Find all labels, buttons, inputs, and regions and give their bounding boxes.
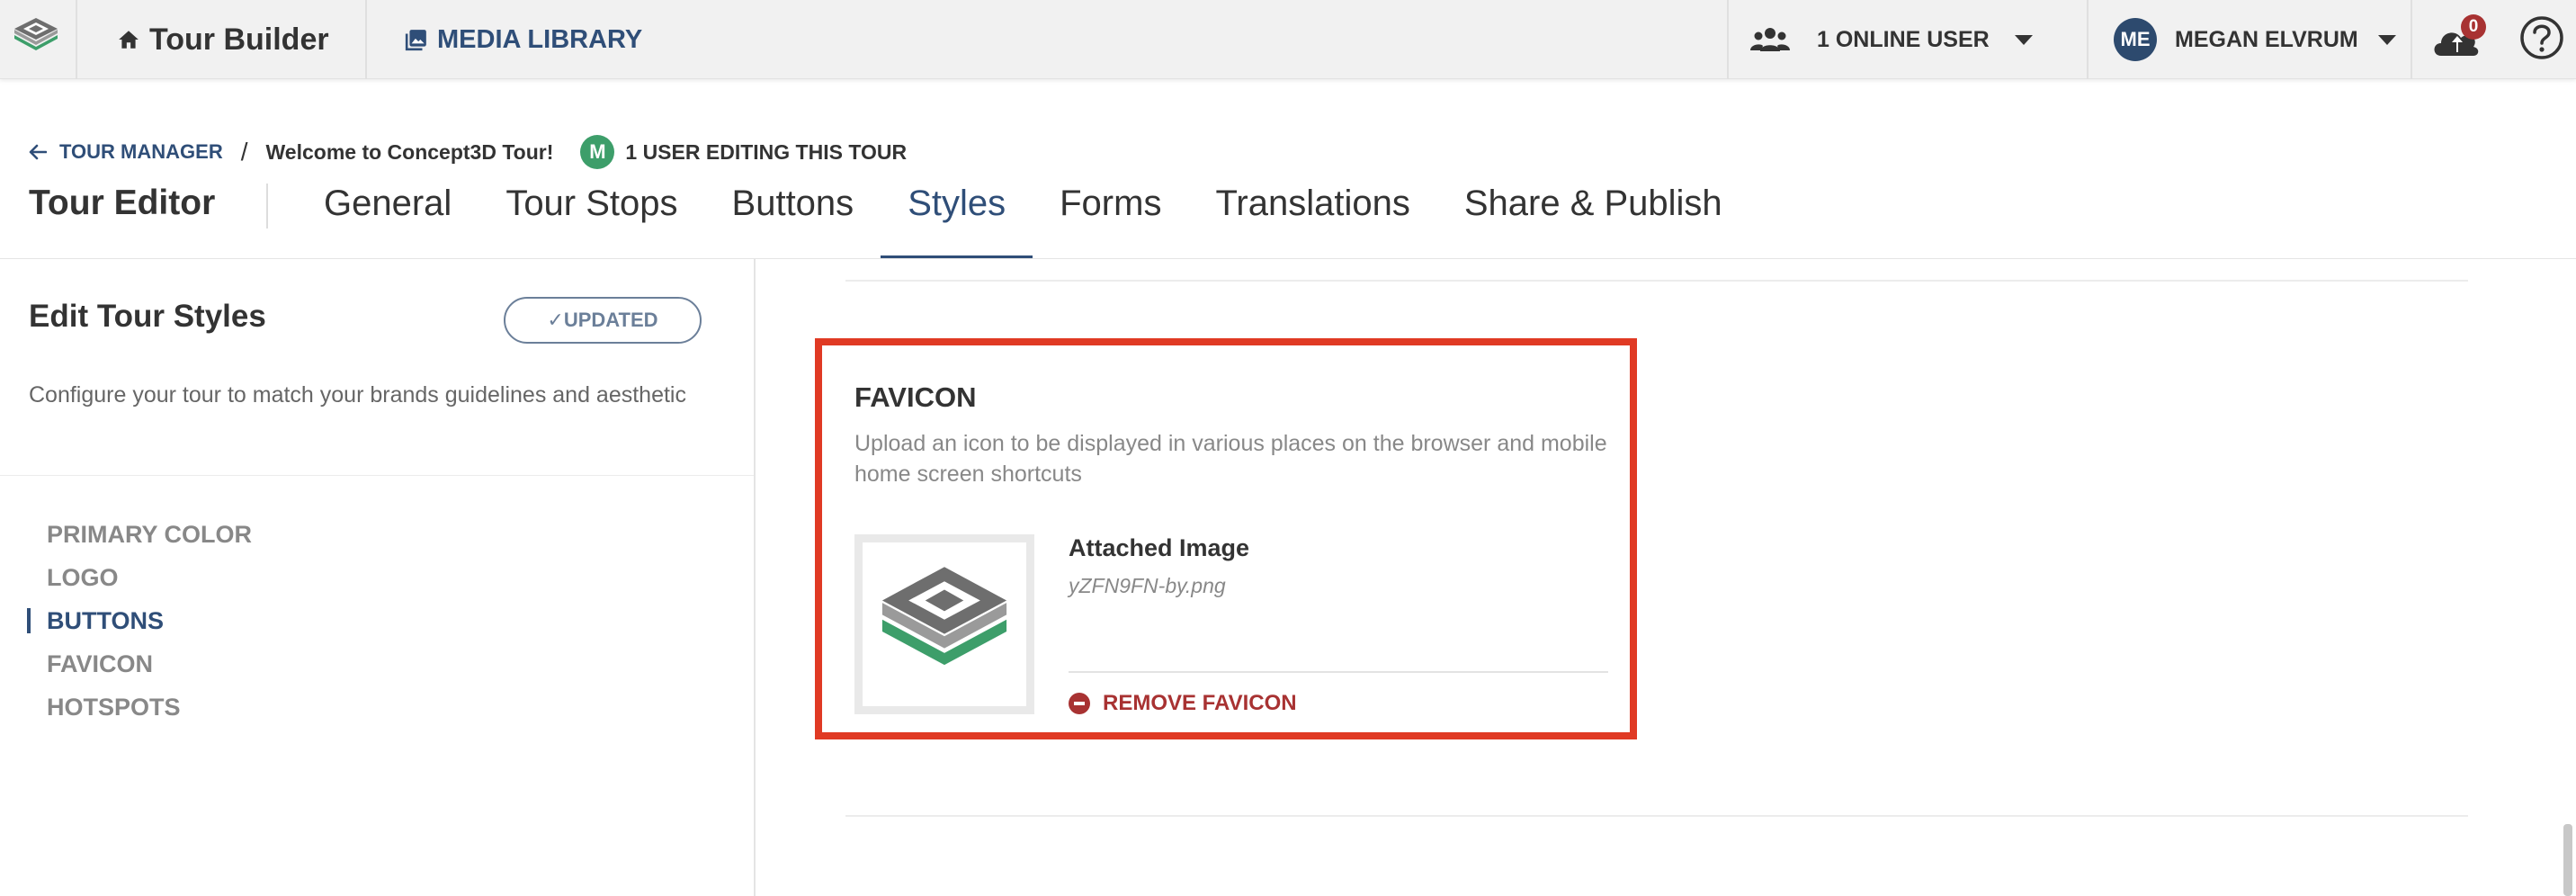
user-menu-dropdown[interactable]: ME MEGAN ELVRUM xyxy=(2114,18,2396,61)
sidebar-description: Configure your tour to match your brands… xyxy=(29,382,686,408)
chevron-down-icon xyxy=(2015,34,2033,45)
tab-forms[interactable]: Forms xyxy=(1033,171,1188,259)
top-bar: Tour Builder MEDIA LIBRARY 1 ONLINE USER… xyxy=(0,0,2576,79)
minus-circle-icon xyxy=(1069,693,1090,714)
styles-sidebar: Edit Tour Styles ✓UPDATED Configure your… xyxy=(0,259,756,896)
tab-styles[interactable]: Styles xyxy=(881,171,1033,259)
divider xyxy=(0,475,754,476)
attached-image-label: Attached Image xyxy=(1069,534,1250,561)
user-name: MEGAN ELVRUM xyxy=(2175,26,2358,52)
help-icon xyxy=(2520,16,2563,59)
sidebar-item-primary-color[interactable]: PRIMARY COLOR xyxy=(0,513,252,556)
tab-general[interactable]: General xyxy=(297,171,479,259)
favicon-title: FAVICON xyxy=(854,381,977,413)
avatar: ME xyxy=(2114,18,2157,61)
app-title: Tour Builder xyxy=(149,22,329,57)
tab-tour-stops[interactable]: Tour Stops xyxy=(479,171,704,259)
remove-favicon-button[interactable]: REMOVE FAVICON xyxy=(1069,687,1297,720)
section-divider xyxy=(845,815,2468,817)
divider xyxy=(2087,0,2089,79)
tour-name: Welcome to Concept3D Tour! xyxy=(265,139,554,164)
tour-builder-home-link[interactable]: Tour Builder xyxy=(117,20,329,59)
media-library-label: MEDIA LIBRARY xyxy=(437,24,643,54)
favicon-section: FAVICON Upload an icon to be displayed i… xyxy=(815,338,1637,739)
divider xyxy=(76,0,77,79)
home-icon xyxy=(119,31,139,49)
online-users-dropdown[interactable]: 1 ONLINE USER xyxy=(1750,20,2033,59)
remove-favicon-label: REMOVE FAVICON xyxy=(1103,691,1297,715)
editor-avatar: M xyxy=(580,135,615,169)
divider xyxy=(2411,0,2412,79)
upload-status-button[interactable]: 0 xyxy=(2428,14,2486,65)
sidebar-item-logo[interactable]: LOGO xyxy=(0,556,252,599)
sidebar-item-buttons[interactable]: BUTTONS xyxy=(0,599,252,642)
scrollbar-thumb[interactable] xyxy=(2563,824,2572,896)
divider xyxy=(365,0,367,79)
favicon-preview-icon xyxy=(881,567,1007,666)
sidebar-item-hotspots[interactable]: HOTSPOTS xyxy=(0,685,252,729)
section-divider xyxy=(845,280,2468,282)
tour-manager-label: TOUR MANAGER xyxy=(59,140,223,163)
editing-status: 1 USER EDITING THIS TOUR xyxy=(625,139,908,164)
sidebar-title: Edit Tour Styles xyxy=(29,299,266,334)
breadcrumb-separator: / xyxy=(240,138,248,166)
favicon-description: Upload an icon to be displayed in variou… xyxy=(854,431,1607,487)
notification-badge: 0 xyxy=(2461,14,2486,40)
divider xyxy=(1069,671,1608,673)
divider xyxy=(266,184,268,228)
app-logo-icon[interactable] xyxy=(7,11,65,68)
image-icon xyxy=(405,30,426,51)
breadcrumb: TOUR MANAGER / Welcome to Concept3D Tour… xyxy=(29,135,908,169)
tab-translations[interactable]: Translations xyxy=(1188,171,1436,259)
sidebar-item-favicon[interactable]: FAVICON xyxy=(0,642,252,685)
arrow-left-icon xyxy=(29,144,47,160)
tour-manager-link[interactable]: TOUR MANAGER xyxy=(29,140,223,164)
online-users-label: 1 ONLINE USER xyxy=(1817,26,1990,52)
help-button[interactable] xyxy=(2518,14,2565,61)
page-title: Tour Editor xyxy=(29,184,216,222)
tab-buttons[interactable]: Buttons xyxy=(705,171,881,259)
divider xyxy=(1727,0,1729,79)
tab-share-publish[interactable]: Share & Publish xyxy=(1437,171,1749,259)
chevron-down-icon xyxy=(2377,34,2396,45)
status-badge: ✓UPDATED xyxy=(504,297,702,344)
media-library-link[interactable]: MEDIA LIBRARY xyxy=(405,20,642,59)
attached-file-name: yZFN9FN-by.png xyxy=(1069,574,1226,597)
people-icon xyxy=(1750,28,1790,51)
editor-tabs: General Tour Stops Buttons Styles Forms … xyxy=(297,171,1749,259)
favicon-thumbnail xyxy=(854,534,1034,714)
styles-nav: PRIMARY COLOR LOGO BUTTONS FAVICON HOTSP… xyxy=(0,513,252,729)
